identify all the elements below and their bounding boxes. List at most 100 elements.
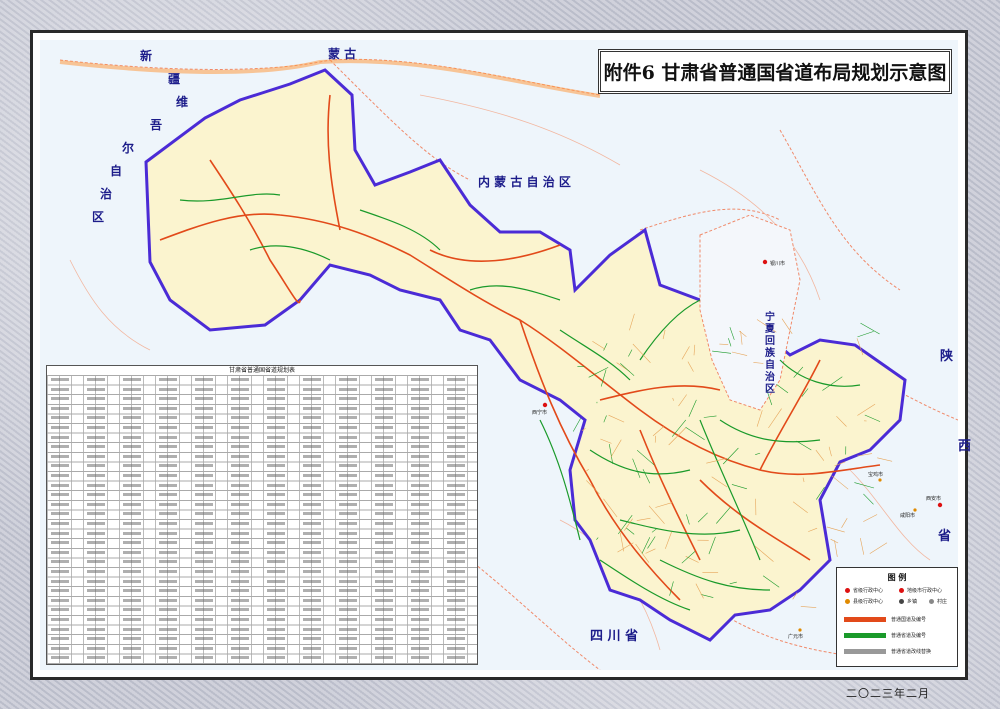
- table-cell-text: [87, 522, 105, 525]
- table-cell-text: [375, 397, 393, 401]
- table-cell-text: [375, 618, 393, 621]
- table-cell-text: [267, 397, 285, 401]
- table-cell-text: [51, 618, 69, 621]
- table-cell-text: [267, 598, 285, 602]
- table-cell-text: [51, 378, 69, 381]
- table-cell-text: [339, 397, 357, 401]
- table-cell-text: [447, 656, 465, 660]
- table-cell-text: [303, 493, 321, 497]
- legend-dot-village: [929, 599, 934, 604]
- table-cell-text: [195, 560, 213, 564]
- table-cell-text: [231, 397, 249, 401]
- table-cell-text: [267, 618, 285, 621]
- table-cell-text: [87, 512, 105, 516]
- table-cell-text: [267, 512, 285, 516]
- table-cell-text: [195, 589, 213, 593]
- city-label: 西安市: [926, 495, 941, 502]
- table-cell-text: [159, 435, 177, 439]
- legend-label: 省级行政中心: [853, 588, 884, 594]
- table-cell-text: [411, 502, 429, 506]
- table-cell-text: [51, 474, 69, 477]
- table-cell-text: [51, 502, 69, 506]
- table-cell-text: [195, 637, 213, 641]
- table-cell-text: [267, 646, 285, 650]
- table-cell-text: [303, 637, 321, 641]
- table-cell-text: [231, 512, 249, 516]
- table-cell-text: [123, 387, 141, 391]
- table-cell-text: [303, 426, 321, 429]
- table-cell-text: [411, 493, 429, 497]
- table-cell-text: [123, 531, 141, 535]
- table-cell-text: [231, 454, 249, 458]
- legend-dot-town: [899, 599, 904, 604]
- table-cell-text: [303, 618, 321, 621]
- table-cell-text: [375, 454, 393, 458]
- table-cell-text: [87, 493, 105, 497]
- table-cell-text: [339, 378, 357, 381]
- table-cell-text: [447, 483, 465, 487]
- table-cell-text: [87, 502, 105, 506]
- table-cell-text: [123, 512, 141, 516]
- table-cell-text: [339, 618, 357, 621]
- table-cell-text: [267, 387, 285, 391]
- table-cell-text: [267, 627, 285, 631]
- table-cell-text: [195, 522, 213, 525]
- table-cell-text: [159, 570, 177, 573]
- table-cell-text: [195, 416, 213, 420]
- table-cell-text: [159, 608, 177, 612]
- table-cell-text: [87, 656, 105, 660]
- region-char: 陕: [940, 348, 954, 364]
- table-cell-text: [375, 416, 393, 420]
- table-cell-text: [303, 387, 321, 391]
- table-cell-text: [447, 416, 465, 420]
- table-cell-text: [87, 387, 105, 391]
- table-cell-text: [339, 550, 357, 554]
- table-cell-text: [123, 608, 141, 612]
- table-cell-text: [447, 598, 465, 602]
- table-cell-text: [303, 531, 321, 535]
- table-cell-text: [267, 541, 285, 545]
- table-cell-text: [195, 608, 213, 612]
- table-cell-text: [195, 474, 213, 477]
- table-cell-text: [375, 598, 393, 602]
- table-cell-text: [375, 627, 393, 631]
- table-cell-text: [195, 656, 213, 660]
- table-cell-text: [231, 416, 249, 420]
- table-cell-text: [447, 646, 465, 650]
- table-cell-text: [339, 483, 357, 487]
- table-cell-text: [159, 445, 177, 449]
- table-cell-text: [195, 464, 213, 468]
- table-cell-text: [447, 502, 465, 506]
- table-cell-text: [51, 570, 69, 573]
- table-cell-text: [411, 483, 429, 487]
- table-cell-text: [375, 445, 393, 449]
- table-cell-text: [411, 589, 429, 593]
- table-cell-text: [339, 541, 357, 545]
- table-cell-text: [51, 531, 69, 535]
- table-cell-text: [447, 397, 465, 401]
- table-cell-text: [375, 541, 393, 545]
- region-char: 区: [765, 383, 775, 395]
- table-cell-text: [411, 445, 429, 449]
- table-cell-text: [87, 474, 105, 477]
- table-cell-text: [267, 570, 285, 573]
- table-cell-text: [195, 550, 213, 554]
- region-char: 吾: [150, 117, 162, 132]
- table-cell-text: [123, 416, 141, 420]
- region-char: 省: [937, 528, 951, 544]
- table-cell-text: [303, 464, 321, 468]
- table-cell-text: [195, 531, 213, 535]
- table-cell-text: [159, 646, 177, 650]
- legend-line-national: [845, 618, 885, 621]
- table-cell-text: [87, 598, 105, 602]
- table-cell-text: [375, 387, 393, 391]
- table-cell-text: [447, 570, 465, 573]
- table-cell-text: [447, 464, 465, 468]
- table-cell-text: [411, 416, 429, 420]
- table-cell-text: [231, 560, 249, 564]
- table-cell-text: [303, 570, 321, 573]
- table-cell-text: [51, 416, 69, 420]
- table-cell-text: [303, 608, 321, 612]
- table-cell-text: [231, 464, 249, 468]
- table-cell-text: [123, 550, 141, 554]
